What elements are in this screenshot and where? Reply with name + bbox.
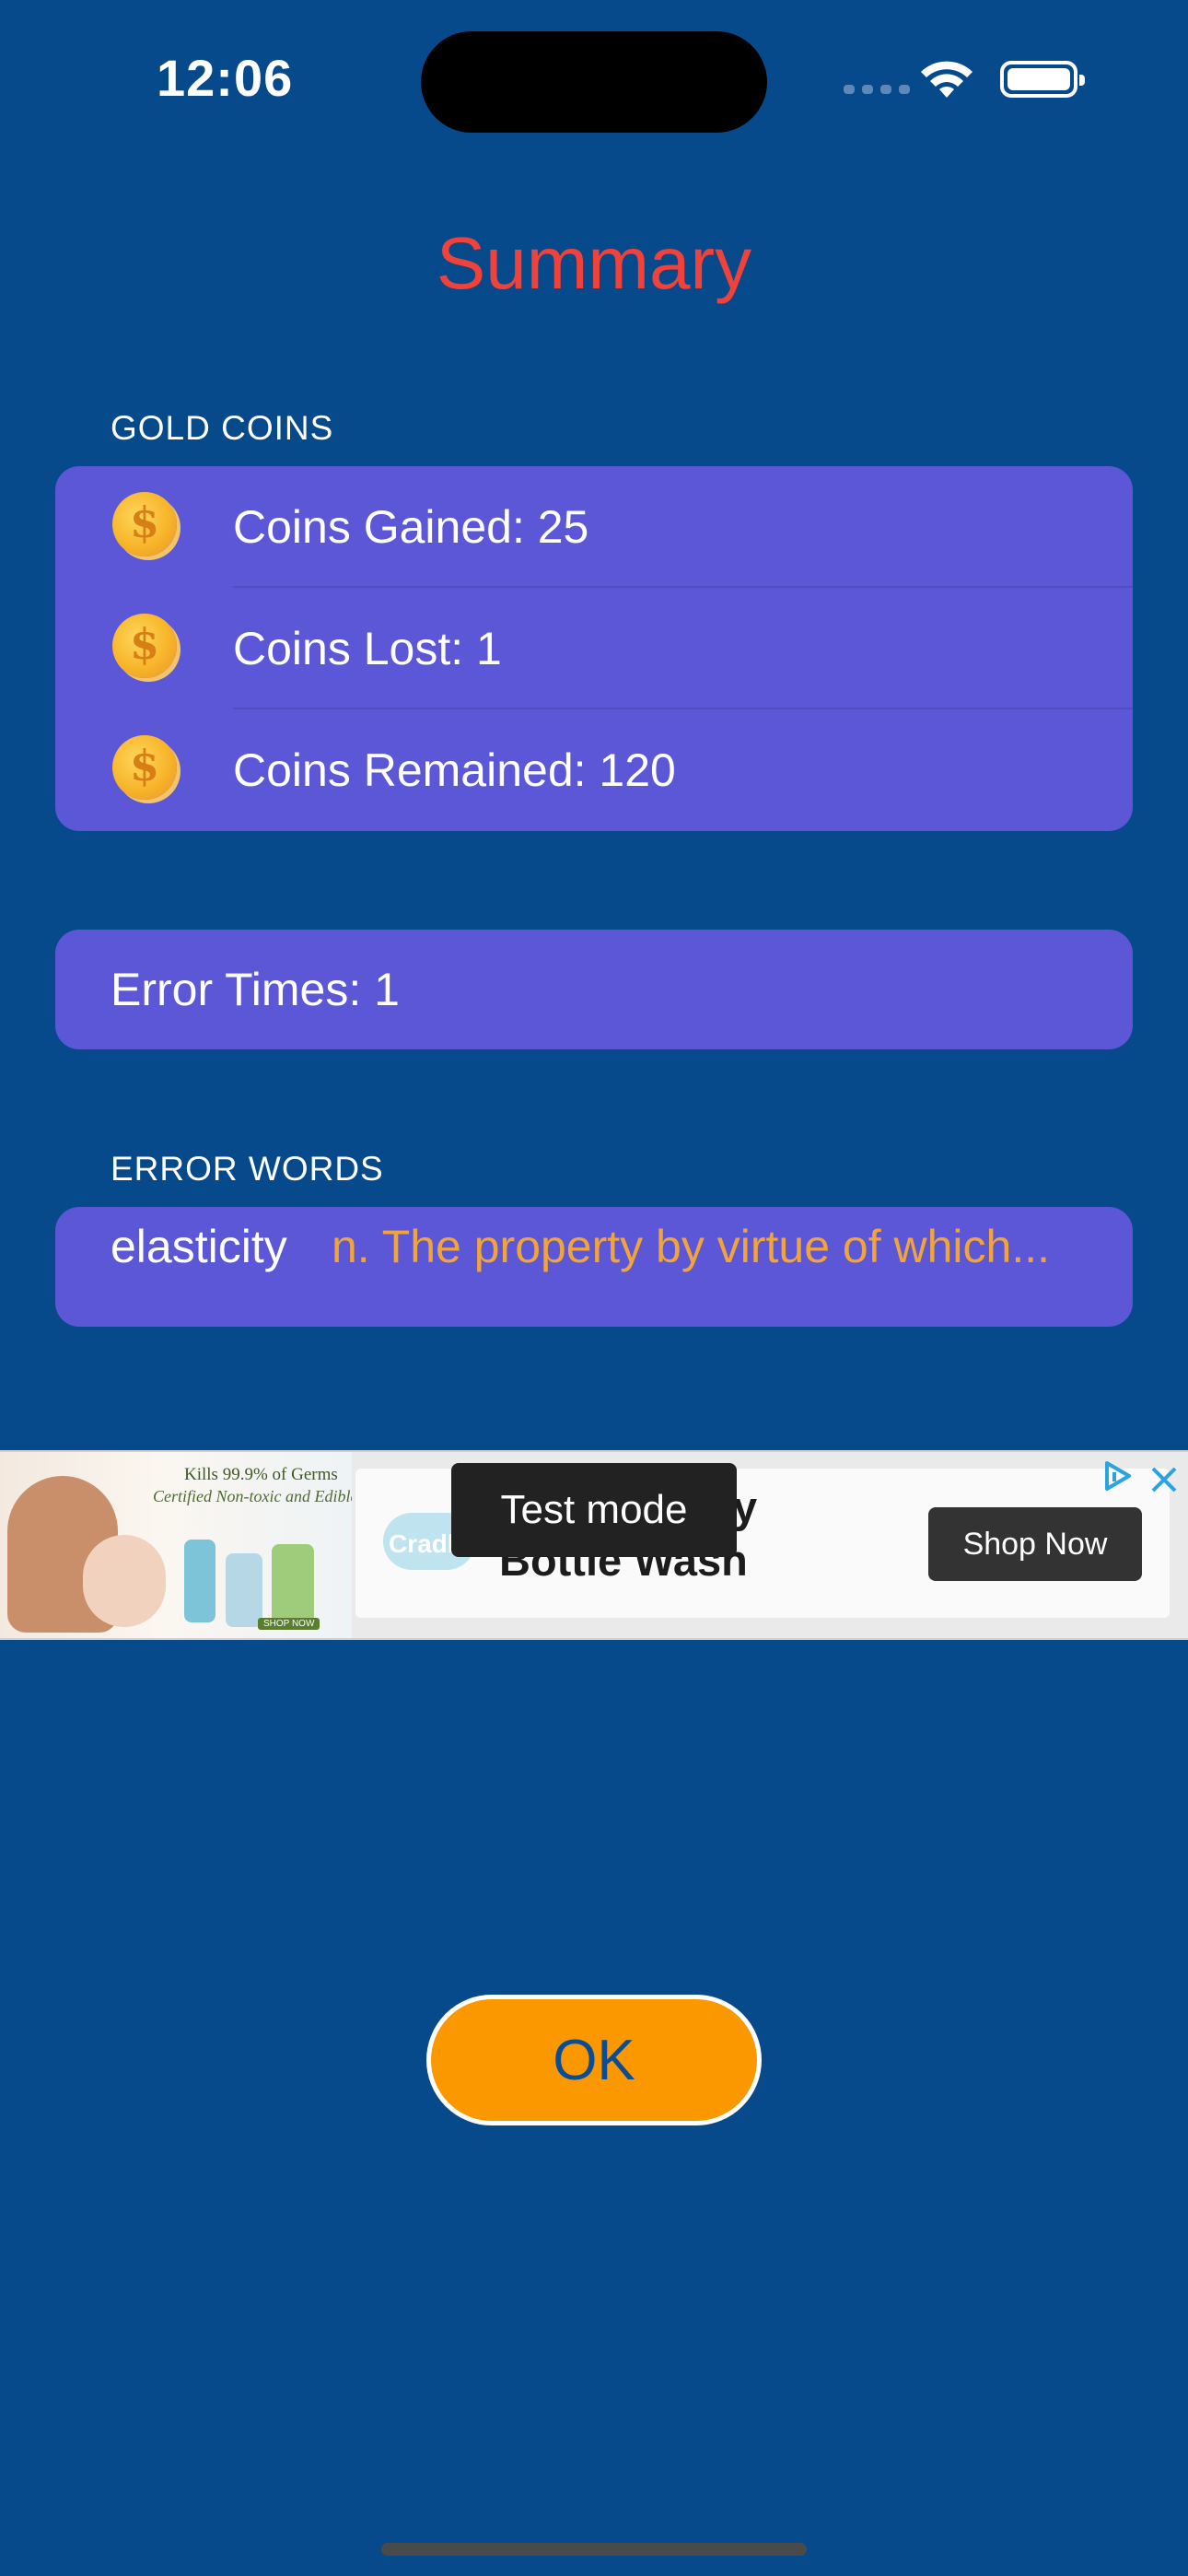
ok-button[interactable]: OK [426,1995,762,2125]
gold-coins-card: $ Coins Gained: 25 $ Coins Lost: 1 $ Coi… [55,466,1133,831]
ad-image[interactable]: Kills 99.9% of Germs Certified Non-toxic… [0,1452,352,1638]
cellular-signal-icon [844,85,910,94]
close-icon[interactable] [1149,1465,1179,1494]
wifi-icon [921,61,973,98]
coins-remained-text: Coins Remained: 120 [233,744,676,796]
ad-image-shop-label: SHOP NOW [258,1618,320,1630]
page-title: Summary [436,222,752,304]
error-word-row[interactable]: elasticity n. The property by virtue of … [55,1207,1133,1327]
gold-coins-section-label: GOLD COINS [111,409,334,447]
ad-logo-text: Cradl [389,1529,455,1558]
coin-icon: $ [112,614,179,680]
coin-icon: $ [112,492,179,558]
ad-image-tagline: Kills 99.9% of Germs [184,1465,338,1484]
coins-lost-text: Coins Lost: 1 [233,623,502,674]
test-mode-label: Test mode [451,1463,737,1557]
coins-remained-row: $ Coins Remained: 120 [55,709,1133,831]
coins-gained-text: Coins Gained: 25 [233,501,589,553]
coin-icon: $ [112,735,179,802]
coins-gained-row: $ Coins Gained: 25 [55,466,1133,588]
error-word: elasticity [111,1221,287,1272]
status-time: 12:06 [157,49,294,107]
error-words-section-label: ERROR WORDS [111,1150,384,1188]
ad-shop-now-button[interactable]: Shop Now [928,1507,1142,1581]
battery-icon [1000,61,1085,98]
adchoices-icon[interactable] [1101,1459,1135,1493]
error-times-text: Error Times: 1 [111,964,400,1015]
error-word-definition: n. The property by virtue of which... [332,1221,1051,1272]
ad-image-subtagline: Certified Non-toxic and Edible [153,1487,352,1505]
home-indicator[interactable] [381,2543,807,2556]
dynamic-island [421,31,767,133]
error-times-card: Error Times: 1 [55,930,1133,1049]
coins-lost-row: $ Coins Lost: 1 [55,588,1133,709]
